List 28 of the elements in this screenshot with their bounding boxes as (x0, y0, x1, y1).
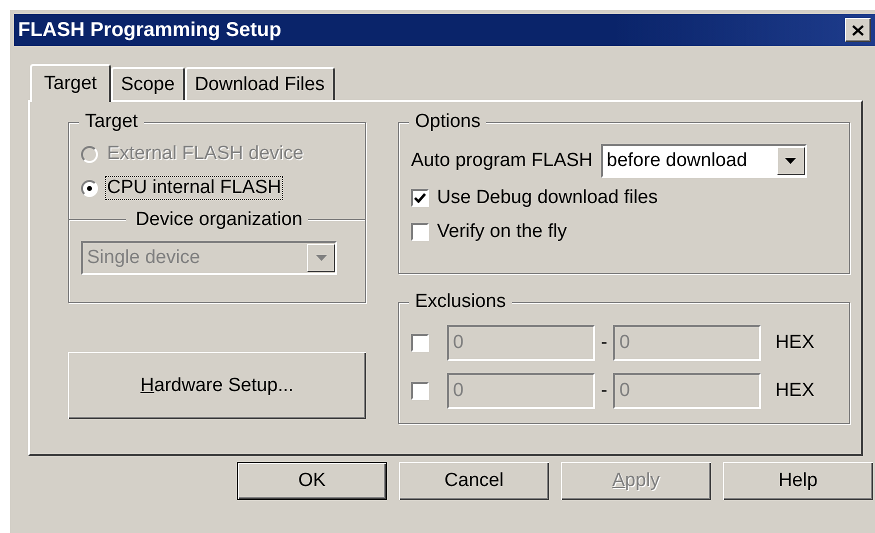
group-label: Options (409, 111, 486, 133)
range-separator: - (601, 380, 608, 402)
dialog-button[interactable]: Help (723, 462, 873, 500)
tab[interactable]: Scope (110, 67, 185, 100)
dialog-button[interactable]: Cancel (399, 462, 549, 500)
range-separator: - (601, 332, 608, 354)
checkmark-icon (414, 193, 426, 203)
checkbox[interactable] (411, 189, 429, 207)
group-label: Target (79, 111, 144, 133)
field-label: Auto program FLASH (411, 150, 593, 172)
unit-label: HEX (775, 380, 814, 402)
close-button[interactable] (845, 18, 871, 42)
dialog-button[interactable]: OK (237, 462, 387, 500)
dropdown-arrow-icon (316, 255, 326, 261)
unit-label: HEX (775, 332, 814, 354)
radio-label[interactable]: CPU internal FLASH (106, 177, 282, 199)
auto-program-dropdown[interactable]: before download (600, 144, 807, 178)
checkbox-label: Use Debug download files (437, 187, 658, 209)
tab[interactable]: Download Files (184, 67, 335, 100)
close-icon (852, 24, 864, 36)
checkbox[interactable] (411, 223, 429, 241)
hardware-setup-button[interactable]: Hardware Setup... (68, 352, 366, 419)
radio-button[interactable] (81, 180, 98, 196)
tab[interactable]: Target (30, 64, 111, 102)
dropdown-arrow-icon (785, 158, 796, 164)
window-title: FLASH Programming Setup (18, 18, 282, 42)
group-label: Device organization (134, 209, 304, 231)
checkbox-label: Verify on the fly (437, 221, 567, 243)
